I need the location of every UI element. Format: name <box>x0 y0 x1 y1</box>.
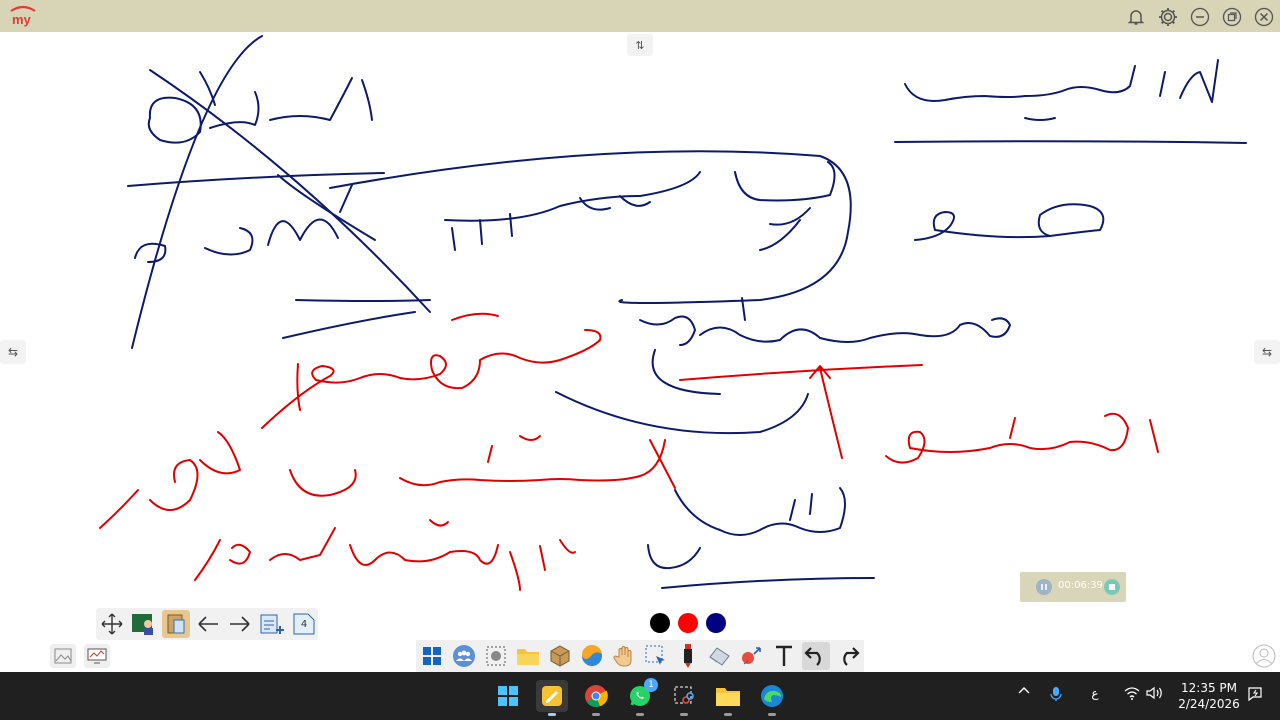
whiteboard-teacher-icon[interactable] <box>130 610 158 638</box>
page-count-button[interactable]: 4 <box>290 610 318 638</box>
whatsapp-icon[interactable]: 1 <box>624 678 658 716</box>
pen-color-navy[interactable] <box>706 613 726 633</box>
snipping-tool-icon[interactable] <box>668 680 700 716</box>
volume-icon[interactable] <box>1146 686 1164 700</box>
recording-timer: 00:06:39 <box>1058 580 1103 591</box>
page-navigation-bar: 4 <box>96 608 318 640</box>
microphone-icon[interactable] <box>1048 686 1064 702</box>
screen-monitor-icon[interactable] <box>84 644 110 668</box>
people-icon[interactable] <box>450 642 478 670</box>
navy-ink-strokes <box>127 35 1247 589</box>
clock-date: 2/24/2026 <box>1178 697 1240 711</box>
text-icon[interactable] <box>770 642 798 670</box>
hand-icon[interactable] <box>610 642 638 670</box>
user-profile-icon[interactable] <box>1252 644 1276 668</box>
input-language[interactable]: ع <box>1086 686 1104 700</box>
arrow-left-icon[interactable] <box>194 610 222 638</box>
top-collapse-handle[interactable]: ⇅ <box>627 34 653 56</box>
undo-icon[interactable] <box>802 642 830 670</box>
chrome-icon[interactable] <box>580 680 612 716</box>
stop-icon[interactable] <box>1104 579 1120 595</box>
red-ink-strokes <box>99 312 1159 591</box>
move-icon[interactable] <box>98 610 126 638</box>
pause-icon[interactable] <box>1036 579 1052 595</box>
left-side-handle[interactable]: ⇆ <box>0 340 26 364</box>
windows-icon[interactable] <box>418 642 446 670</box>
annotation-toolbar <box>416 640 864 672</box>
file-explorer-icon[interactable] <box>712 680 744 716</box>
shapes-icon[interactable] <box>738 642 766 670</box>
select-icon[interactable] <box>642 642 670 670</box>
system-clock[interactable]: 12:35 PM 2/24/2026 <box>1172 680 1246 712</box>
pen-color-black[interactable] <box>650 613 670 633</box>
wifi-icon[interactable] <box>1124 686 1140 700</box>
screen-recorder: 00:06:39 <box>1020 572 1126 602</box>
folder-icon[interactable] <box>514 642 542 670</box>
edge-icon[interactable] <box>756 680 788 716</box>
whatsapp-badge: 1 <box>644 678 658 692</box>
clipboard-icon[interactable] <box>162 610 190 638</box>
pen-color-red[interactable] <box>678 613 698 633</box>
add-page-icon[interactable] <box>258 610 286 638</box>
start-icon[interactable] <box>492 680 524 712</box>
insert-image-icon[interactable] <box>50 644 76 668</box>
whiteboard-app-icon[interactable] <box>536 680 568 716</box>
marker-icon[interactable] <box>674 642 702 670</box>
windows-taskbar: 1 ع 12:35 PM 2/24/2026 <box>0 672 1280 720</box>
box-icon[interactable] <box>546 642 574 670</box>
arrow-right-icon[interactable] <box>226 610 254 638</box>
screenshot-icon[interactable] <box>482 642 510 670</box>
page-count: 4 <box>300 618 308 630</box>
browser-icon[interactable] <box>578 642 606 670</box>
notification-icon[interactable] <box>1246 686 1264 702</box>
redo-icon[interactable] <box>834 642 862 670</box>
eraser-icon[interactable] <box>706 642 734 670</box>
clock-time: 12:35 PM <box>1181 681 1237 695</box>
right-side-handle[interactable]: ⇆ <box>1254 340 1280 364</box>
chevron-up-icon[interactable] <box>1016 686 1032 694</box>
